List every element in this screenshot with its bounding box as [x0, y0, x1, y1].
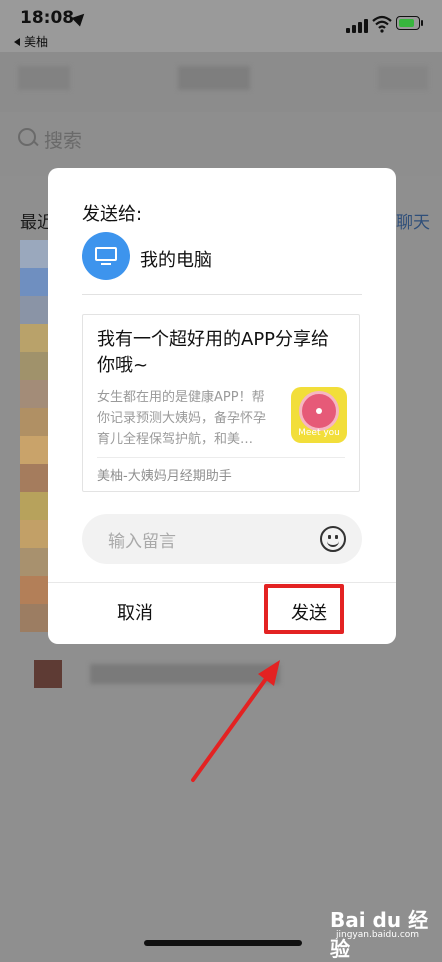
- watermark-url: jingyan.baidu.com: [336, 930, 420, 940]
- red-arrow-annotation: [191, 660, 280, 782]
- baidu-watermark: Bai du 经验 jingyan.baidu.com: [330, 904, 440, 961]
- home-indicator: [144, 940, 302, 946]
